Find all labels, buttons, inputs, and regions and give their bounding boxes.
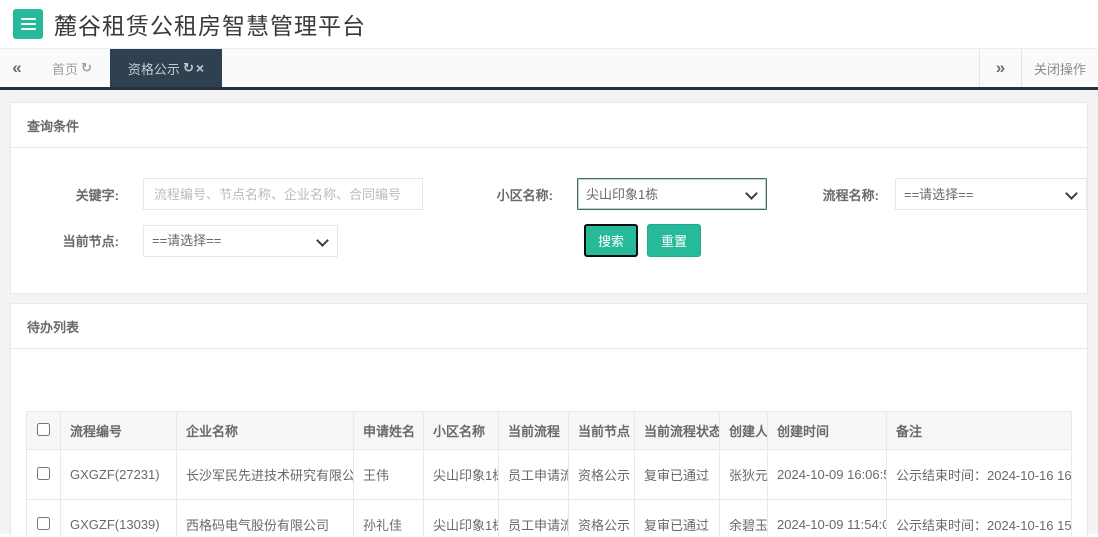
close-operations-button[interactable]: 关闭操作: [1021, 49, 1098, 87]
app-header: 麓谷租赁公租房智慧管理平台: [0, 0, 1098, 48]
col-remark: 备注: [887, 412, 1072, 450]
search-button[interactable]: 搜索: [584, 224, 638, 257]
scroll-tabs-left-icon[interactable]: «: [0, 49, 34, 87]
cell-create-time: 2024-10-09 16:06:58: [768, 450, 887, 500]
col-company: 企业名称: [177, 412, 354, 450]
table-header-row: 流程编号 企业名称 申请姓名 小区名称 当前流程 当前节点 当前流程状态 创建人…: [27, 412, 1072, 450]
cell-process-id: GXGZF(27231): [61, 450, 177, 500]
cell-process-status: 复审已通过: [635, 450, 720, 500]
col-creator: 创建人: [720, 412, 768, 450]
tab-bar: « 首页 ↻ 资格公示 ↻ × » 关闭操作: [0, 48, 1098, 90]
process-name-select[interactable]: ==请选择==: [895, 178, 1087, 210]
select-all-checkbox[interactable]: [37, 423, 50, 436]
cell-creator: 张狄元: [720, 450, 768, 500]
keyword-label: 关键字:: [39, 185, 119, 204]
cell-creator: 余碧玉: [720, 500, 768, 537]
cell-current-process: 员工申请流程: [499, 500, 569, 537]
tab-home-label: 首页: [52, 59, 78, 78]
cell-remark: 公示结束时间：2024-10-16 15:57:29: [887, 500, 1072, 537]
col-process-id: 流程编号: [61, 412, 177, 450]
query-panel-title: 查询条件: [11, 103, 1087, 148]
col-current-node: 当前节点: [569, 412, 635, 450]
community-label: 小区名称:: [473, 185, 553, 204]
close-tab-icon[interactable]: ×: [196, 60, 204, 76]
tab-qualification-label: 资格公示: [128, 59, 180, 78]
col-process-status: 当前流程状态: [635, 412, 720, 450]
query-conditions-panel: 查询条件 关键字: 小区名称: 尖山印象1栋 流程名称: ==请选择==: [10, 102, 1088, 294]
cell-remark: 公示结束时间：2024-10-16 16:16:23: [887, 450, 1072, 500]
tab-qualification-publicity[interactable]: 资格公示 ↻ ×: [110, 49, 222, 87]
cell-current-node: 资格公示: [569, 450, 635, 500]
cell-process-status: 复审已通过: [635, 500, 720, 537]
cell-current-node: 资格公示: [569, 500, 635, 537]
cell-process-id: GXGZF(13039): [61, 500, 177, 537]
tab-home[interactable]: 首页 ↻: [34, 49, 110, 87]
process-name-label: 流程名称:: [807, 185, 879, 204]
hamburger-menu-icon[interactable]: [13, 9, 43, 39]
cell-applicant: 王伟: [354, 450, 424, 500]
table-row: GXGZF(27231) 长沙军民先进技术研究有限公司 王伟 尖山印象1栋 员工…: [27, 450, 1072, 500]
reset-button[interactable]: 重置: [647, 224, 701, 257]
cell-create-time: 2024-10-09 11:54:05: [768, 500, 887, 537]
refresh-icon[interactable]: ↻: [81, 60, 92, 76]
col-current-process: 当前流程: [499, 412, 569, 450]
todo-list-panel: 待办列表 流程编号 企业名称 申请姓名 小区名称 当前流程: [10, 303, 1088, 537]
cell-community: 尖山印象1栋: [424, 450, 499, 500]
cell-company: 西格码电气股份有限公司: [177, 500, 354, 537]
col-applicant: 申请姓名: [354, 412, 424, 450]
todo-panel-title: 待办列表: [11, 304, 1087, 349]
row-checkbox[interactable]: [37, 467, 50, 480]
table-row: GXGZF(13039) 西格码电气股份有限公司 孙礼佳 尖山印象1栋 员工申请…: [27, 500, 1072, 537]
current-node-select[interactable]: ==请选择==: [143, 225, 338, 257]
main-content: 查询条件 关键字: 小区名称: 尖山印象1栋 流程名称: ==请选择==: [0, 90, 1098, 534]
cell-current-process: 员工申请流程: [499, 450, 569, 500]
col-create-time: 创建时间: [768, 412, 887, 450]
community-select[interactable]: 尖山印象1栋: [577, 178, 767, 210]
cell-company: 长沙军民先进技术研究有限公司: [177, 450, 354, 500]
keyword-input[interactable]: [143, 178, 423, 210]
scroll-tabs-right-icon[interactable]: »: [979, 49, 1021, 87]
cell-community: 尖山印象1栋: [424, 500, 499, 537]
current-node-label: 当前节点:: [39, 231, 119, 250]
col-community: 小区名称: [424, 412, 499, 450]
row-checkbox[interactable]: [37, 517, 50, 530]
todo-table: 流程编号 企业名称 申请姓名 小区名称 当前流程 当前节点 当前流程状态 创建人…: [26, 411, 1072, 537]
page-title: 麓谷租赁公租房智慧管理平台: [54, 7, 366, 41]
refresh-icon[interactable]: ↻: [183, 60, 194, 76]
cell-applicant: 孙礼佳: [354, 500, 424, 537]
